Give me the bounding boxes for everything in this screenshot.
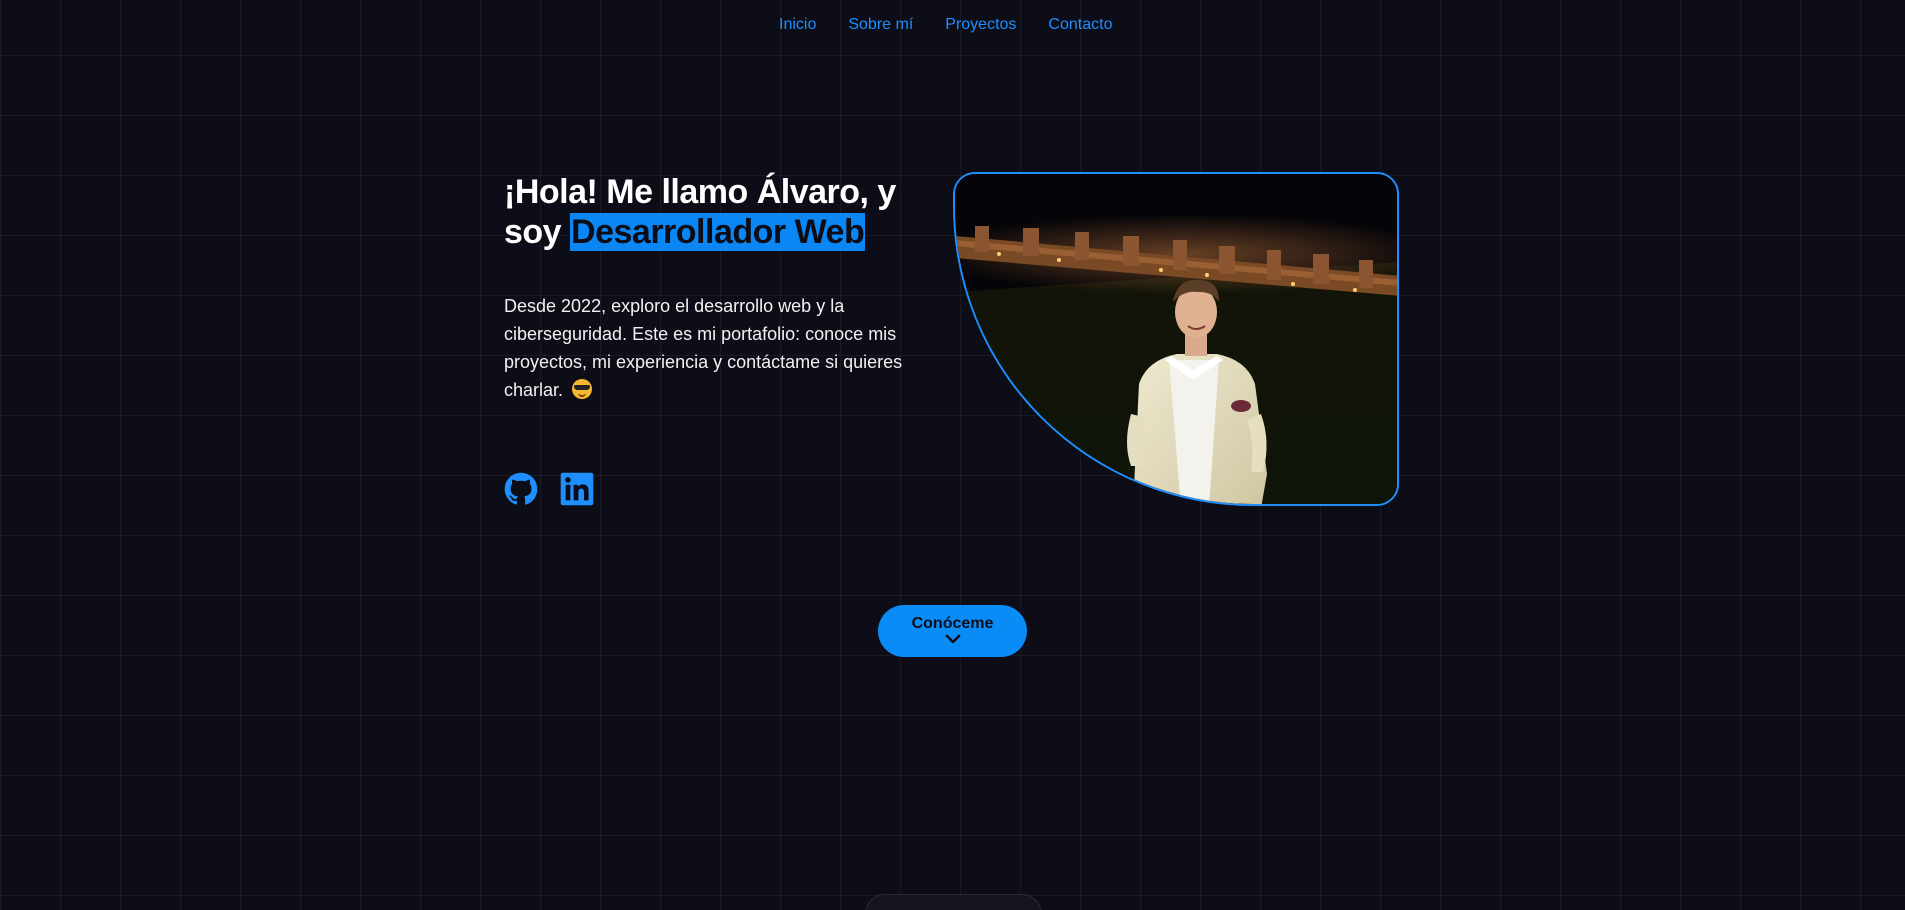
profile-photo <box>953 172 1399 506</box>
chevron-down-icon <box>945 634 960 644</box>
conoceme-button-label: Conóceme <box>911 615 994 632</box>
nav-link-sobre-mi[interactable]: Sobre mí <box>848 16 913 34</box>
hero-text: ¡Hola! Me llamo Álvaro, y soy Desarrolla… <box>504 172 944 422</box>
nav-links: Inicio Sobre mí Proyectos Contacto <box>779 16 1112 34</box>
nav-link-contacto[interactable]: Contacto <box>1048 16 1112 34</box>
hero-intro-text: Desde 2022, exploro el desarrollo web y … <box>504 296 903 400</box>
hero-title: ¡Hola! Me llamo Álvaro, y soy Desarrolla… <box>504 172 944 252</box>
profile-photo-illustration <box>955 174 1397 504</box>
hero-intro: Desde 2022, exploro el desarrollo web y … <box>504 292 934 404</box>
bottom-dock[interactable] <box>865 894 1042 910</box>
sunglasses-emoji-icon <box>572 379 593 399</box>
conoceme-button[interactable]: Conóceme <box>878 605 1027 657</box>
github-icon[interactable] <box>504 472 538 506</box>
nav-link-proyectos[interactable]: Proyectos <box>945 16 1016 34</box>
hero-title-highlight: Desarrollador Web <box>570 213 866 251</box>
social-links <box>504 472 594 506</box>
nav-link-inicio[interactable]: Inicio <box>779 16 816 34</box>
linkedin-icon[interactable] <box>560 472 594 506</box>
